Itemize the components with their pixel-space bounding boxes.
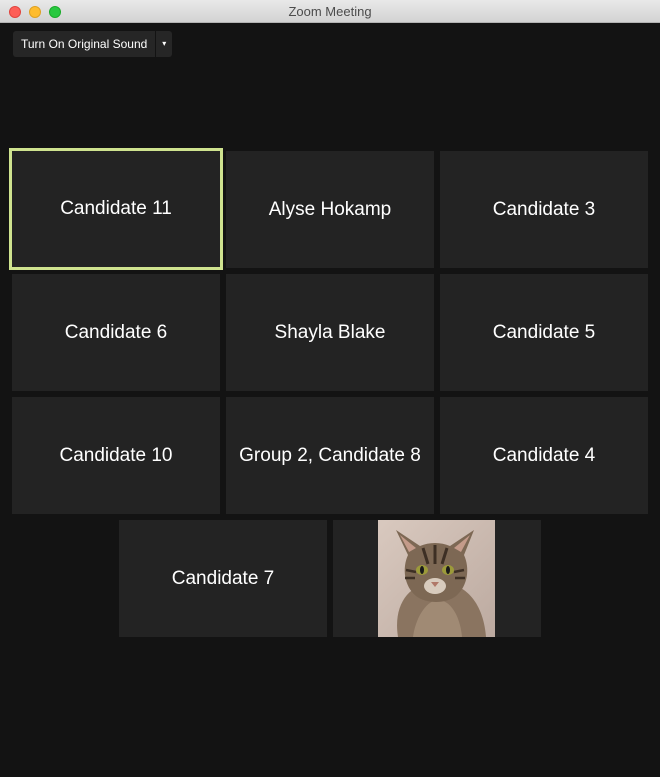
participant-name: Shayla Blake <box>274 321 386 343</box>
cat-photo-image <box>378 520 495 637</box>
participant-tile[interactable]: Candidate 5 <box>440 274 648 391</box>
original-sound-control: Turn On Original Sound ▾ <box>13 31 173 57</box>
participant-name: Alyse Hokamp <box>268 198 392 220</box>
participant-name: Candidate 5 <box>492 321 596 343</box>
participant-tile[interactable]: Candidate 4 <box>440 397 648 514</box>
participant-name: Candidate 3 <box>492 198 596 220</box>
participant-tile[interactable]: Group 2, Candidate 8 <box>226 397 434 514</box>
participant-tile[interactable]: Shayla Blake <box>226 274 434 391</box>
participant-tile-active-speaker[interactable]: Candidate 11 <box>9 148 223 270</box>
window-title: Zoom Meeting <box>288 4 372 19</box>
participant-name: Candidate 7 <box>171 567 275 589</box>
participant-name: Candidate 10 <box>59 444 173 466</box>
meeting-gallery-view: Turn On Original Sound ▾ Candidate 11 Al… <box>0 23 660 777</box>
participant-tile[interactable]: Candidate 10 <box>12 397 220 514</box>
window-titlebar: Zoom Meeting <box>0 0 660 23</box>
participant-video-tile[interactable] <box>333 520 541 637</box>
participant-tile[interactable]: Candidate 6 <box>12 274 220 391</box>
participant-name: Group 2, Candidate 8 <box>239 444 421 466</box>
original-sound-button[interactable]: Turn On Original Sound <box>13 31 156 57</box>
participant-tile[interactable]: Candidate 7 <box>119 520 327 637</box>
participant-tile[interactable]: Alyse Hokamp <box>226 151 434 268</box>
participant-name: Candidate 4 <box>492 444 596 466</box>
participant-name: Candidate 6 <box>64 321 168 343</box>
participant-name: Candidate 11 <box>60 198 172 219</box>
participant-tile[interactable]: Candidate 3 <box>440 151 648 268</box>
chevron-down-icon[interactable]: ▾ <box>156 31 173 57</box>
